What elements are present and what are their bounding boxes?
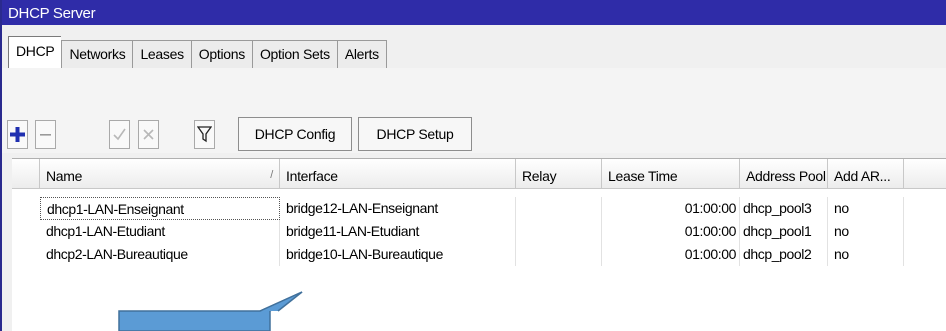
dhcp-server-window: DHCP Server DHCP Networks Leases Options… [0, 0, 946, 331]
callout-annotation [118, 291, 303, 331]
